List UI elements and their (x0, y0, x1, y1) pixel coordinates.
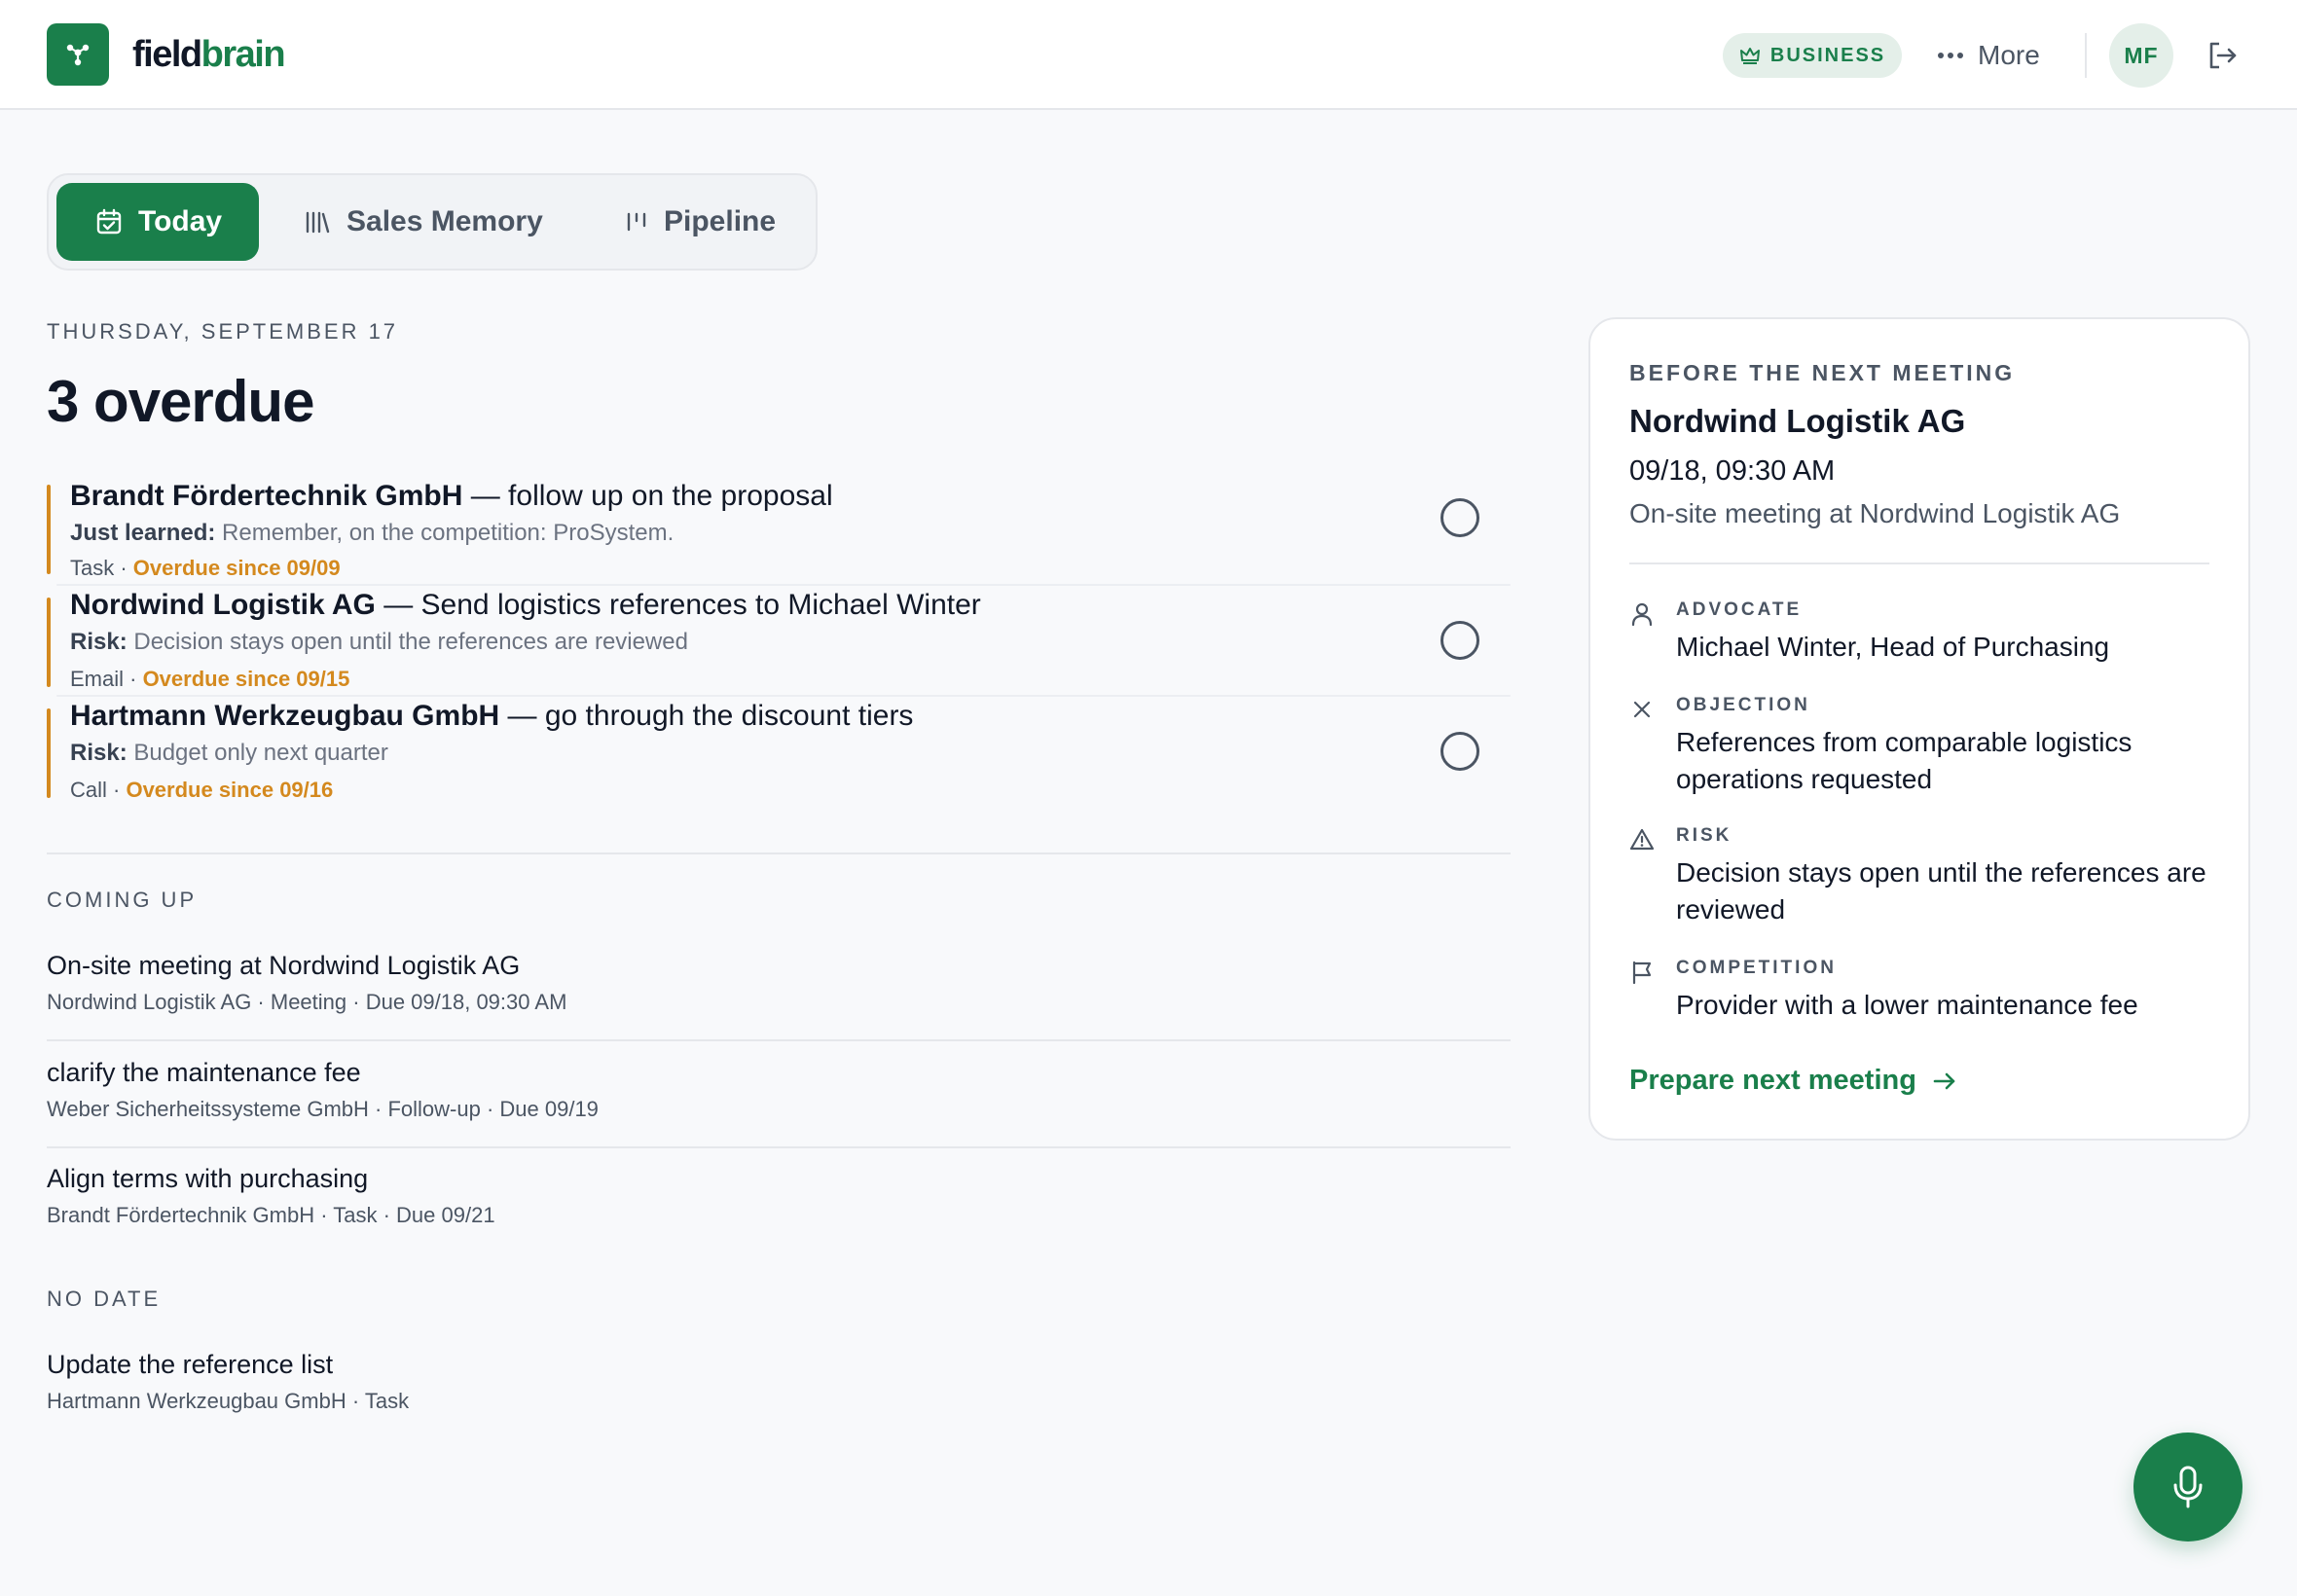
complete-checkbox[interactable] (1440, 498, 1479, 537)
pipeline-icon (627, 212, 646, 232)
task-note: Risk: Decision stays open until the refe… (70, 629, 688, 655)
meeting-description: On-site meeting at Nordwind Logistik AG (1629, 498, 2121, 528)
overdue-indicator (47, 598, 51, 687)
task-meta: Call · Overdue since 09/16 (70, 778, 334, 802)
tab-today-label: Today (138, 205, 223, 237)
item-title: Align terms with purchasing (47, 1164, 369, 1193)
calendar-icon (96, 208, 122, 235)
overdue-indicator (47, 485, 51, 574)
item-title: Update the reference list (47, 1350, 334, 1379)
voice-record-button[interactable] (2133, 1433, 2242, 1542)
crown-icon (1739, 48, 1760, 64)
warning-icon (1629, 828, 1655, 851)
fact-value: Provider with a lower maintenance fee (1676, 990, 2138, 1020)
list-divider (47, 1146, 1511, 1148)
fact-label: RISK (1676, 825, 1732, 846)
flag-icon (1632, 961, 1652, 985)
page-title: 3 overdue (47, 369, 314, 434)
arrow-right-icon (1933, 1072, 1955, 1089)
list-item[interactable]: Update the reference list Hartmann Werkz… (47, 1347, 1511, 1415)
task-note: Just learned: Remember, on the competiti… (70, 520, 675, 546)
fact-label: ADVOCATE (1676, 599, 1803, 620)
overdue-indicator (47, 708, 51, 798)
plan-badge: BUSINESS (1723, 33, 1902, 78)
task-title: Brandt Fördertechnik GmbH — follow up on… (70, 480, 833, 512)
date-label: THURSDAY, SEPTEMBER 17 (47, 319, 399, 344)
complete-checkbox[interactable] (1440, 621, 1479, 660)
fact-label: OBJECTION (1676, 695, 1810, 715)
library-icon (306, 211, 330, 234)
fact-value: References from comparable logistics ope… (1676, 727, 2133, 794)
card-eyebrow: BEFORE THE NEXT MEETING (1629, 360, 2016, 385)
item-meta: Hartmann Werkzeugbau GmbH · Task (47, 1389, 410, 1413)
list-divider (47, 1039, 1511, 1041)
more-button[interactable]: More (1937, 29, 2054, 82)
meeting-datetime: 09/18, 09:30 AM (1629, 455, 1836, 487)
top-bar: fieldbrain BUSINESS More MF (0, 0, 2297, 110)
list-item[interactable]: On-site meeting at Nordwind Logistik AG … (47, 948, 1511, 1016)
fact-value: Decision stays open until the references… (1676, 857, 2206, 925)
more-dots-icon (1938, 53, 1963, 58)
task-meta: Task · Overdue since 09/09 (70, 556, 341, 580)
item-meta: Nordwind Logistik AG · Meeting · Due 09/… (47, 990, 567, 1014)
fact-value: Michael Winter, Head of Purchasing (1676, 632, 2110, 662)
logo-icon[interactable] (47, 23, 109, 86)
task-note: Risk: Budget only next quarter (70, 740, 388, 766)
overdue-task[interactable]: Nordwind Logistik AG — Send logistics re… (47, 584, 1511, 691)
tab-pipeline[interactable]: Pipeline (625, 183, 776, 261)
microphone-icon (2173, 1466, 2203, 1508)
more-label: More (1978, 40, 2040, 70)
prepare-meeting-link[interactable]: Prepare next meeting (1629, 1065, 1957, 1097)
tab-today[interactable]: Today (56, 183, 259, 261)
overdue-task[interactable]: Brandt Fördertechnik GmbH — follow up on… (47, 477, 1511, 582)
tab-sales-memory[interactable]: Sales Memory (304, 183, 543, 261)
overdue-task[interactable]: Hartmann Werkzeugbau GmbH — go through t… (47, 695, 1511, 802)
fact-label: COMPETITION (1676, 958, 1837, 978)
section-divider (47, 852, 1511, 854)
tab-pipeline-label: Pipeline (664, 205, 777, 237)
task-title: Nordwind Logistik AG — Send logistics re… (70, 589, 981, 621)
avatar[interactable]: MF (2109, 23, 2173, 88)
list-item[interactable]: clarify the maintenance fee Weber Sicher… (47, 1055, 1511, 1123)
list-item[interactable]: Align terms with purchasing Brandt Förde… (47, 1161, 1511, 1229)
meeting-company[interactable]: Nordwind Logistik AG (1629, 403, 1965, 440)
item-meta: Brandt Fördertechnik GmbH · Task · Due 0… (47, 1203, 495, 1227)
logout-icon[interactable] (2206, 39, 2239, 72)
complete-checkbox[interactable] (1440, 732, 1479, 771)
item-title: On-site meeting at Nordwind Logistik AG (47, 951, 521, 980)
header-divider (2085, 33, 2087, 78)
plan-badge-label: BUSINESS (1769, 44, 1886, 66)
task-title: Hartmann Werkzeugbau GmbH — go through t… (70, 700, 914, 732)
x-icon (1633, 701, 1651, 718)
person-icon (1631, 602, 1653, 627)
card-divider (1629, 562, 2209, 564)
next-meeting-card: BEFORE THE NEXT MEETING Nordwind Logisti… (1588, 317, 2250, 1141)
item-title: clarify the maintenance fee (47, 1058, 361, 1087)
tab-sales-memory-label: Sales Memory (346, 205, 543, 237)
brand-wordmark[interactable]: fieldbrain (132, 27, 286, 82)
prepare-meeting-label: Prepare next meeting (1629, 1065, 1916, 1096)
task-meta: Email · Overdue since 09/15 (70, 667, 350, 691)
coming-up-label: COMING UP (47, 888, 198, 912)
item-meta: Weber Sicherheitssysteme GmbH · Follow-u… (47, 1097, 599, 1121)
no-date-label: NO DATE (47, 1287, 162, 1311)
view-tabs: Today Sales Memory Pipeline (47, 173, 818, 271)
